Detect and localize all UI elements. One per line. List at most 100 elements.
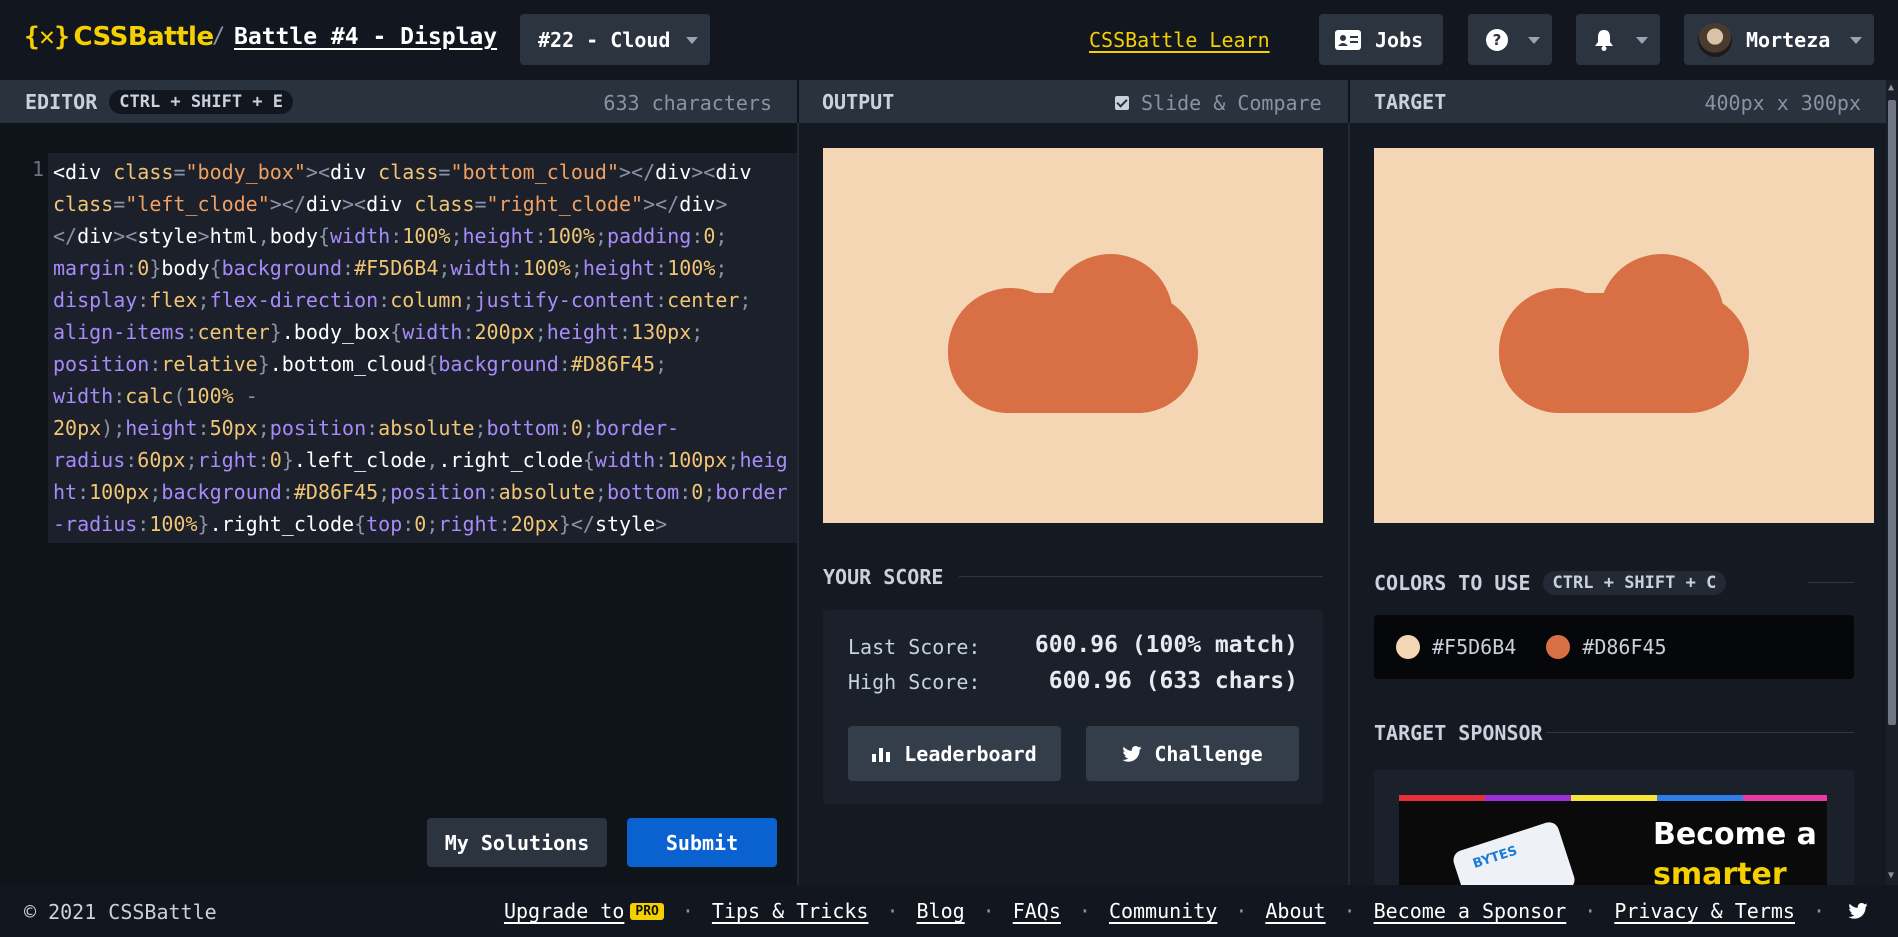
scrollbar-thumb[interactable] [1888, 100, 1896, 725]
chevron-down-icon [1528, 37, 1540, 44]
upgrade-label: Upgrade to [503, 899, 625, 923]
target-select-value: #22 - Cloud [538, 27, 671, 52]
colors-list: #F5D6B4 #D86F45 [1374, 615, 1854, 679]
color-hex[interactable]: #F5D6B4 [1432, 635, 1516, 659]
slide-compare-toggle[interactable]: Slide & Compare [1115, 91, 1322, 115]
notifications-button[interactable] [1576, 14, 1660, 65]
separator-dot: · [982, 899, 995, 923]
stripe [1657, 795, 1743, 801]
last-score-label: Last Score: [848, 635, 981, 659]
pro-badge: PRO [630, 903, 664, 920]
battle-title-link[interactable]: Battle #4 - Display [234, 24, 497, 50]
privacy-link[interactable]: Privacy & Terms [1614, 899, 1795, 923]
challenge-label: Challenge [1154, 741, 1263, 766]
sponsor-section-title: TARGET SPONSOR [1374, 721, 1543, 745]
output-bar: OUTPUT Slide & Compare [799, 80, 1348, 123]
upgrade-link[interactable]: Upgrade to PRO [504, 899, 664, 923]
jobs-button[interactable]: Jobs [1319, 14, 1443, 65]
separator-dot: · [681, 899, 694, 923]
twitter-icon[interactable] [1848, 903, 1868, 919]
divider [959, 576, 1323, 577]
sponsor-headline: Become a [1653, 817, 1817, 852]
stripe [1399, 795, 1485, 801]
divider [1808, 582, 1854, 583]
output-title: OUTPUT [822, 89, 895, 114]
target-title: TARGET [1374, 89, 1447, 114]
about-link[interactable]: About [1265, 899, 1325, 923]
my-solutions-button[interactable]: My Solutions [427, 818, 607, 867]
target-panel: COLORS TO USE CTRL + SHIFT + C #F5D6B4 #… [1350, 123, 1886, 890]
faqs-link[interactable]: FAQs [1013, 899, 1061, 923]
output-canvas[interactable] [823, 148, 1323, 523]
submit-button[interactable]: Submit [627, 818, 777, 867]
color-swatch[interactable] [1396, 635, 1420, 659]
cssbattle-logo[interactable]: {✕} CSSBattle [24, 22, 214, 52]
editor-title: EDITOR [25, 89, 98, 114]
help-menu-button[interactable]: ? [1468, 14, 1552, 65]
target-select-dropdown[interactable]: #22 - Cloud [520, 14, 710, 65]
high-score-label: High Score: [848, 670, 981, 694]
high-score-value: 600.96 (633 chars) [1048, 668, 1298, 694]
target-size: 400px x 300px [1704, 91, 1861, 115]
editor-shortcut-badge: CTRL + SHIFT + E [109, 89, 294, 114]
learn-link[interactable]: CSSBattle Learn [1089, 28, 1270, 52]
chevron-down-icon [1636, 37, 1648, 44]
phone-illustration: BYTES [1450, 819, 1578, 890]
logo-mark-icon: {✕} [24, 22, 70, 52]
leaderboard-button[interactable]: Leaderboard [848, 726, 1061, 781]
id-card-icon [1335, 29, 1361, 50]
footer-links: Upgrade to PRO · Tips & Tricks · Blog · F… [504, 899, 1843, 923]
checkbox-checked-icon[interactable] [1115, 96, 1129, 110]
user-name: Morteza [1746, 27, 1831, 52]
leaderboard-label: Leaderboard [904, 741, 1037, 766]
separator-dot: · [1235, 899, 1248, 923]
blog-link[interactable]: Blog [917, 899, 965, 923]
sponsor-link[interactable]: Become a Sponsor [1374, 899, 1567, 923]
sponsor-card[interactable]: BYTES Become a smarter [1374, 770, 1854, 890]
separator-dot: · [886, 899, 899, 923]
svg-text:?: ? [1493, 31, 1502, 49]
copyright-text: © 2021 CSSBattle [24, 900, 217, 924]
chevron-down-icon [686, 37, 698, 44]
separator-dot: · [1584, 899, 1597, 923]
target-canvas [1374, 148, 1874, 523]
color-swatch[interactable] [1546, 635, 1571, 659]
challenge-button[interactable]: Challenge [1086, 726, 1299, 781]
breadcrumb-separator: / [212, 24, 226, 49]
top-header: {✕} CSSBattle / Battle #4 - Display #22 … [0, 0, 1898, 80]
editor-panel: 1 <div class="body_box"><div class="bott… [0, 123, 797, 885]
output-panel: YOUR SCORE Last Score: 600.96 (100% matc… [799, 123, 1348, 885]
score-section-title: YOUR SCORE [823, 565, 944, 589]
scroll-up-icon[interactable]: ▲ [1888, 82, 1894, 93]
twitter-icon [1122, 745, 1142, 762]
footer: © 2021 CSSBattle Upgrade to PRO · Tips & … [0, 885, 1898, 937]
user-menu-button[interactable]: Morteza [1684, 14, 1874, 65]
line-number: 1 [32, 157, 45, 181]
slide-compare-label: Slide & Compare [1141, 91, 1322, 115]
code-editor[interactable]: <div class="body_box"><div class="bottom… [48, 153, 797, 543]
scroll-down-icon[interactable]: ▼ [1888, 870, 1894, 881]
community-link[interactable]: Community [1109, 899, 1217, 923]
last-score-value: 600.96 (100% match) [1034, 632, 1298, 658]
colors-section-title: COLORS TO USE CTRL + SHIFT + C [1374, 571, 1727, 595]
bar-chart-icon [872, 747, 891, 762]
question-icon: ? [1486, 28, 1508, 51]
stripe [1571, 795, 1657, 801]
color-hex[interactable]: #D86F45 [1582, 635, 1666, 659]
colors-title: COLORS TO USE [1374, 571, 1531, 595]
sponsor-banner[interactable]: BYTES Become a smarter [1399, 795, 1827, 890]
target-bar: TARGET 400px x 300px [1350, 80, 1886, 123]
stripe [1743, 795, 1827, 801]
stripe [1485, 795, 1571, 801]
editor-bar: EDITOR CTRL + SHIFT + E 633 characters [0, 80, 797, 123]
avatar [1698, 22, 1732, 57]
bell-icon [1595, 29, 1613, 51]
chevron-down-icon [1850, 37, 1862, 44]
separator-dot: · [1343, 899, 1356, 923]
char-count: 633 characters [603, 91, 772, 115]
logo-text: CSSBattle [73, 22, 214, 52]
separator-dot: · [1078, 899, 1091, 923]
tips-link[interactable]: Tips & Tricks [712, 899, 869, 923]
cloud-right [1048, 254, 1173, 379]
cloud-right [1599, 254, 1724, 379]
